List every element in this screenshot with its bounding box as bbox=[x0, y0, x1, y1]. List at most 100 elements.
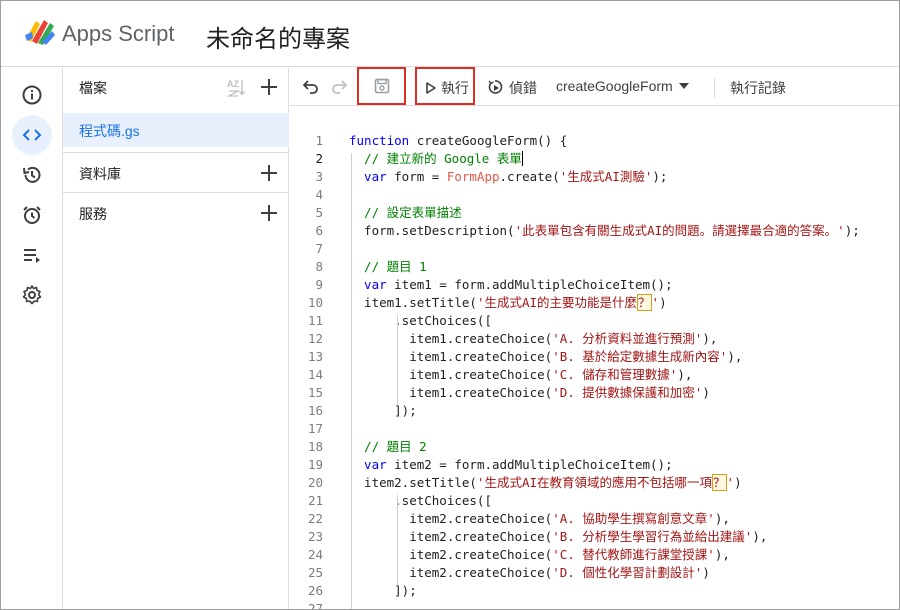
line-number: 7 bbox=[315, 241, 323, 256]
code-text: .setChoices([ bbox=[349, 312, 492, 330]
code-line[interactable]: 8 // 題目 1 bbox=[290, 258, 899, 276]
code-token: '生成式AI測驗' bbox=[559, 169, 653, 184]
add-file-plus-icon[interactable] bbox=[258, 76, 280, 98]
debug-button[interactable]: 偵錯 bbox=[487, 78, 537, 98]
code-line[interactable]: 10 item1.setTitle('生成式AI的主要功能是什麼？') bbox=[290, 294, 899, 312]
code-line[interactable]: 5 // 設定表單描述 bbox=[290, 204, 899, 222]
code-token: ), bbox=[727, 349, 743, 364]
line-number: 17 bbox=[307, 421, 323, 436]
indent-guide bbox=[397, 315, 398, 405]
sort-az-icon[interactable]: AZ bbox=[225, 76, 247, 98]
code-line[interactable]: 24 item2.createChoice('C. 替代教師進行課堂授課'), bbox=[290, 546, 899, 564]
undo-button[interactable] bbox=[302, 77, 320, 95]
line-number: 8 bbox=[315, 259, 323, 274]
services-label: 服務 bbox=[79, 206, 107, 222]
code-line[interactable]: 1 function createGoogleForm() { bbox=[290, 132, 899, 150]
executions-nav-button[interactable] bbox=[12, 235, 52, 275]
code-token: ？ bbox=[712, 474, 727, 491]
code-line[interactable]: 23 item2.createChoice('B. 分析學生學習行為並給出建議'… bbox=[290, 528, 899, 546]
code-text: item2.setTitle('生成式AI在教育領域的應用不包括哪一項？') bbox=[349, 474, 742, 492]
libraries-section: 資料庫 bbox=[63, 152, 289, 192]
triggers-nav-button[interactable] bbox=[12, 195, 52, 235]
code-line[interactable]: 17 bbox=[290, 420, 899, 438]
info-icon bbox=[22, 85, 42, 105]
line-number: 14 bbox=[307, 367, 323, 382]
code-line[interactable]: 7 bbox=[290, 240, 899, 258]
code-editor[interactable]: 1 function createGoogleForm() {2 // 建立新的 … bbox=[290, 105, 899, 609]
code-line[interactable]: 27 bbox=[290, 600, 899, 609]
code-line[interactable]: 6 form.setDescription('此表單包含有關生成式AI的問題。請… bbox=[290, 222, 899, 240]
save-button[interactable] bbox=[373, 77, 391, 95]
alarm-icon bbox=[23, 206, 41, 224]
code-line[interactable]: 25 item2.createChoice('D. 個性化學習計劃設計') bbox=[290, 564, 899, 582]
code-icon bbox=[22, 129, 42, 141]
file-item-code-gs[interactable]: 程式碼.gs bbox=[63, 113, 289, 147]
add-library-plus-icon[interactable] bbox=[258, 162, 280, 184]
code-text: item1.createChoice('A. 分析資料並進行預測'), bbox=[349, 330, 717, 348]
undo-icon bbox=[302, 80, 318, 94]
apps-script-logo-icon bbox=[25, 20, 55, 45]
code-line[interactable]: 22 item2.createChoice('A. 協助學生撰寫創意文章'), bbox=[290, 510, 899, 528]
line-number: 24 bbox=[307, 547, 323, 562]
code-line[interactable]: 21 .setChoices([ bbox=[290, 492, 899, 510]
code-line[interactable]: 12 item1.createChoice('A. 分析資料並進行預測'), bbox=[290, 330, 899, 348]
line-number: 26 bbox=[307, 583, 323, 598]
redo-button[interactable] bbox=[330, 77, 348, 95]
code-line[interactable]: 16 ]); bbox=[290, 402, 899, 420]
function-select[interactable]: createGoogleForm bbox=[556, 78, 689, 94]
code-line[interactable]: 11 .setChoices([ bbox=[290, 312, 899, 330]
code-token: item1.createChoice( bbox=[349, 367, 553, 382]
play-icon bbox=[426, 82, 436, 94]
code-line[interactable]: 18 // 題目 2 bbox=[290, 438, 899, 456]
code-token: .setChoices([ bbox=[349, 313, 492, 328]
code-token: ), bbox=[702, 331, 718, 346]
code-line[interactable]: 4 bbox=[290, 186, 899, 204]
code-text: item1.setTitle('生成式AI的主要功能是什麼？') bbox=[349, 294, 667, 312]
code-token: // 設定表單描述 bbox=[349, 205, 462, 220]
files-header: 檔案 AZ bbox=[63, 68, 289, 106]
line-number: 21 bbox=[307, 493, 323, 508]
indent-guide bbox=[397, 495, 398, 585]
code-line[interactable]: 20 item2.setTitle('生成式AI在教育領域的應用不包括哪一項？'… bbox=[290, 474, 899, 492]
code-line[interactable]: 13 item1.createChoice('B. 基於給定數據生成新內容'), bbox=[290, 348, 899, 366]
line-number: 13 bbox=[307, 349, 323, 364]
run-button[interactable]: 執行 bbox=[424, 78, 469, 98]
settings-nav-button[interactable] bbox=[12, 275, 52, 315]
code-token: FormApp bbox=[446, 169, 500, 184]
code-line[interactable]: 26 ]); bbox=[290, 582, 899, 600]
code-line[interactable]: 14 item1.createChoice('C. 儲存和管理數據'), bbox=[290, 366, 899, 384]
line-number: 9 bbox=[315, 277, 323, 292]
deployments-nav-button[interactable] bbox=[12, 155, 52, 195]
line-number: 15 bbox=[307, 385, 323, 400]
code-line[interactable]: 15 item1.createChoice('D. 提供數據保護和加密') bbox=[290, 384, 899, 402]
code-token: ' bbox=[726, 475, 735, 490]
editor-nav-button[interactable] bbox=[12, 115, 52, 155]
indent-guide bbox=[351, 153, 352, 609]
code-text: var item2 = form.addMultipleChoiceItem()… bbox=[349, 456, 673, 474]
code-token: item1.createChoice( bbox=[349, 385, 553, 400]
toolbar-divider bbox=[714, 78, 715, 98]
code-token: ) bbox=[702, 385, 710, 400]
code-token: var bbox=[349, 169, 395, 184]
code-text: item2.createChoice('D. 個性化學習計劃設計') bbox=[349, 564, 710, 582]
code-token: 'D. 提供數據保護和加密' bbox=[552, 385, 703, 400]
code-text: item2.createChoice('C. 替代教師進行課堂授課'), bbox=[349, 546, 730, 564]
code-text: item1.createChoice('C. 儲存和管理數據'), bbox=[349, 366, 692, 384]
code-line[interactable]: 3 var form = FormApp.create('生成式AI測驗'); bbox=[290, 168, 899, 186]
code-token: var bbox=[349, 457, 395, 472]
code-line[interactable]: 9 var item1 = form.addMultipleChoiceItem… bbox=[290, 276, 899, 294]
add-service-plus-icon[interactable] bbox=[258, 202, 280, 224]
code-text: form.setDescription('此表單包含有關生成式AI的問題。請選擇… bbox=[349, 222, 860, 240]
overview-nav-button[interactable] bbox=[12, 75, 52, 115]
execution-log-button[interactable]: 執行記錄 bbox=[730, 78, 786, 98]
execution-log-label: 執行記錄 bbox=[730, 80, 786, 96]
editor-toolbar: 執行 偵錯 createGoogleForm 執行記錄 bbox=[290, 67, 899, 105]
project-title[interactable]: 未命名的專案 bbox=[206, 19, 350, 54]
code-line[interactable]: 2 // 建立新的 Google 表單 bbox=[290, 150, 899, 168]
code-text: // 題目 2 bbox=[349, 438, 427, 456]
code-token: ); bbox=[844, 223, 860, 238]
code-token: // 建立新的 Google 表單 bbox=[349, 151, 522, 166]
code-token: function bbox=[349, 133, 417, 148]
code-line[interactable]: 19 var item2 = form.addMultipleChoiceIte… bbox=[290, 456, 899, 474]
line-number: 1 bbox=[315, 133, 323, 148]
